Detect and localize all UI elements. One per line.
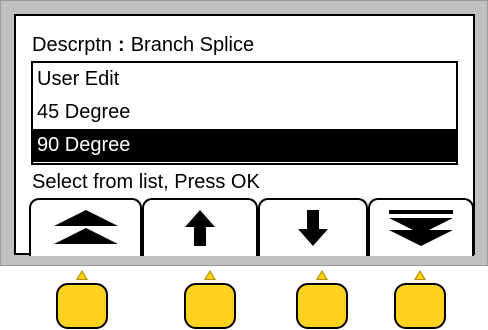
list-item-user-edit[interactable]: User Edit (33, 63, 456, 96)
hardware-button-4[interactable] (394, 283, 446, 329)
indicator-led-4 (414, 270, 426, 280)
down-arrow-icon (298, 210, 328, 246)
softkey-bar (29, 198, 474, 256)
description-label: Descrptn (32, 34, 113, 56)
device-bezel: Descrptn: Branch Splice User Edit 45 Degr… (0, 0, 488, 266)
softkey-page-down[interactable] (368, 198, 474, 256)
softkey-page-up[interactable] (29, 198, 142, 256)
display-screen: Descrptn: Branch Splice User Edit 45 Degr… (14, 14, 475, 256)
up-arrow-icon (185, 210, 215, 246)
hardware-button-3[interactable] (296, 283, 348, 329)
double-down-arrow-icon (389, 210, 453, 246)
indicator-led-1 (76, 270, 88, 280)
softkey-up[interactable] (142, 198, 258, 256)
instruction-text: Select from list, Press OK (32, 171, 260, 193)
list-item-45-degree[interactable]: 45 Degree (33, 96, 456, 129)
list-item-90-degree[interactable]: 90 Degree (33, 129, 456, 162)
description-value: Branch Splice (130, 34, 255, 56)
selection-list[interactable]: User Edit 45 Degree 90 Degree (31, 61, 458, 165)
double-up-arrow-icon (53, 210, 118, 244)
description-header: Descrptn: Branch Splice (32, 30, 254, 60)
description-separator: : (118, 34, 125, 56)
softkey-down[interactable] (258, 198, 368, 256)
indicator-led-2 (204, 270, 216, 280)
indicator-led-3 (316, 270, 328, 280)
hardware-button-1[interactable] (56, 283, 108, 329)
hardware-button-2[interactable] (184, 283, 236, 329)
